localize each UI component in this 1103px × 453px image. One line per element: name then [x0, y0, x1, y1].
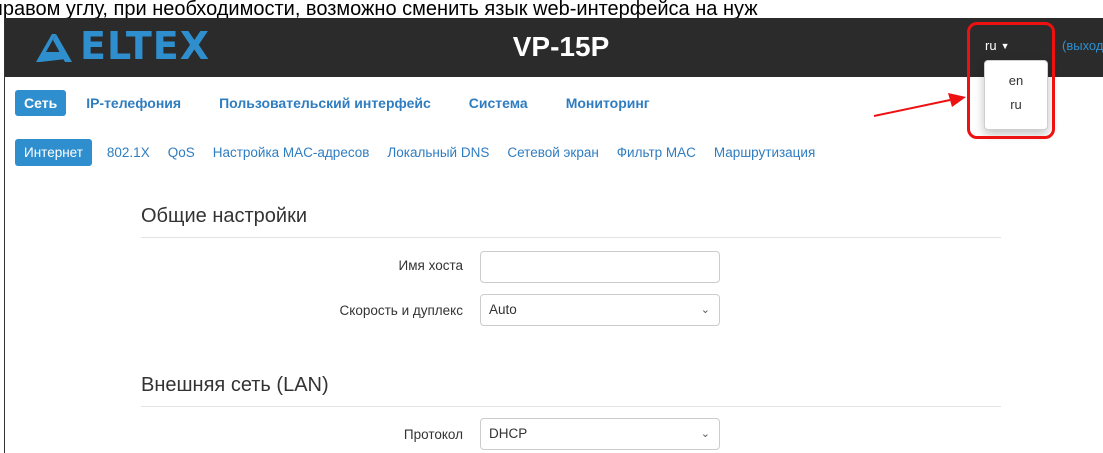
- nav-monitoring[interactable]: Мониторинг: [558, 91, 658, 115]
- lan-section-title: Внешняя сеть (LAN): [141, 374, 329, 396]
- document-caption: правом углу, при необходимости, возможно…: [0, 0, 758, 18]
- tab-mac-filter[interactable]: Фильтр MAC: [617, 145, 696, 160]
- tab-mac-settings[interactable]: Настройка MAC-адресов: [213, 145, 370, 160]
- nav-network[interactable]: Сеть: [15, 90, 67, 116]
- highlight-frame: [967, 22, 1055, 139]
- chevron-down-icon: ⌄: [700, 428, 710, 440]
- pointer-arrow-icon: [873, 93, 966, 117]
- tab-local-dns[interactable]: Локальный DNS: [387, 145, 489, 160]
- brand-name: ELTEX: [80, 24, 211, 68]
- protocol-value: DHCP: [489, 426, 528, 441]
- sub-nav: Интернет 802.1X QoS Настройка MAC-адресо…: [15, 138, 833, 166]
- speed-duplex-value: Auto: [489, 302, 517, 317]
- section-divider: [141, 406, 1001, 407]
- chevron-down-icon: ⌄: [700, 304, 710, 316]
- main-nav: Сеть IP-телефония Пользовательский интер…: [15, 89, 680, 117]
- hostname-input[interactable]: [480, 251, 720, 283]
- tab-routing[interactable]: Маршрутизация: [714, 145, 815, 160]
- tab-firewall[interactable]: Сетевой экран: [507, 145, 598, 160]
- section-divider: [141, 237, 1001, 238]
- eltex-logo: ELTEX: [32, 23, 210, 69]
- hostname-label: Имя хоста: [398, 258, 463, 273]
- top-header: ELTEX VP-15P ru ▼ (выход: [5, 18, 1103, 77]
- protocol-label: Протокол: [403, 427, 463, 442]
- nav-system[interactable]: Система: [461, 91, 536, 115]
- tab-internet[interactable]: Интернет: [15, 138, 92, 166]
- tab-qos[interactable]: QoS: [168, 145, 195, 160]
- speed-duplex-label: Скорость и дуплекс: [339, 303, 463, 318]
- nav-ip-telephony[interactable]: IP-телефония: [78, 91, 189, 115]
- tab-8021x[interactable]: 802.1X: [107, 145, 150, 160]
- device-model-title: VP-15P: [512, 31, 610, 62]
- protocol-select[interactable]: DHCP ⌄: [480, 418, 720, 450]
- logout-link[interactable]: (выход: [1062, 38, 1103, 53]
- general-settings-title: Общие настройки: [141, 205, 307, 227]
- eltex-logo-icon: [36, 34, 72, 62]
- nav-user-interface[interactable]: Пользовательский интерфейс: [211, 91, 439, 115]
- speed-duplex-select[interactable]: Auto ⌄: [480, 294, 720, 326]
